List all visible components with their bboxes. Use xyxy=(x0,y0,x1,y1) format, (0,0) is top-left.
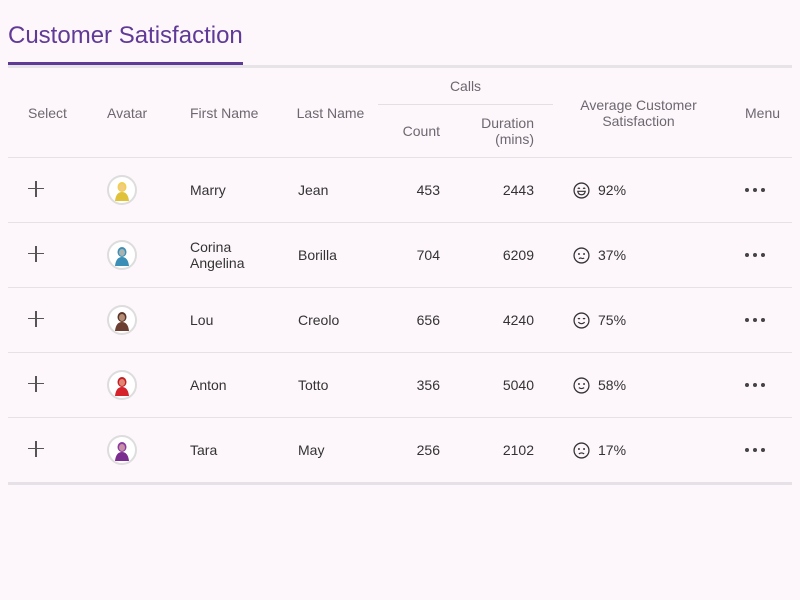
satisfaction-cell: 37% xyxy=(553,222,724,288)
header-duration: Duration (mins) xyxy=(481,115,534,147)
count-cell: 256 xyxy=(378,417,460,485)
header-select: Select xyxy=(28,104,67,121)
header-avatar: Avatar xyxy=(107,104,148,121)
avatar-cell xyxy=(88,352,167,418)
menu-cell xyxy=(724,417,792,485)
header-calls: Calls xyxy=(378,68,553,105)
header-satisfaction: Average Customer Satisfaction xyxy=(580,96,697,129)
sad-face-icon xyxy=(573,441,590,459)
select-cell xyxy=(8,157,88,223)
add-row-icon[interactable] xyxy=(28,180,44,197)
table-row: Tara May 256 2102 17% xyxy=(8,417,792,485)
add-row-icon[interactable] xyxy=(28,440,44,457)
avatar-cell xyxy=(88,157,167,223)
header-first-name: First Name xyxy=(190,104,259,121)
count-cell: 356 xyxy=(378,352,460,418)
title-divider xyxy=(8,65,792,68)
slight-smile-face-icon xyxy=(573,376,590,394)
satisfaction-cell: 92% xyxy=(553,157,724,223)
person-icon xyxy=(115,247,129,266)
title-area: Customer Satisfaction xyxy=(8,0,792,68)
header-menu: Menu xyxy=(745,104,781,121)
first-name-cell: Corina Angelina xyxy=(167,222,283,288)
avatar xyxy=(107,370,137,400)
person-icon xyxy=(115,182,129,201)
avatar xyxy=(107,175,137,205)
avatar xyxy=(107,435,137,465)
avatar-cell xyxy=(88,287,167,353)
select-cell xyxy=(8,287,88,353)
satisfaction-value: 75% xyxy=(598,312,627,328)
satisfaction-value: 58% xyxy=(598,377,627,393)
first-name-cell: Lou xyxy=(167,287,283,353)
satisfaction-cell: 75% xyxy=(553,287,724,353)
duration-cell: 6209 xyxy=(460,222,553,288)
smiling-face-icon xyxy=(573,311,590,329)
confused-face-icon xyxy=(573,246,590,264)
table-header: Select Avatar First Name Last Name Calls… xyxy=(8,68,792,158)
more-options-icon[interactable] xyxy=(745,383,769,387)
header-last-name: Last Name xyxy=(296,104,365,121)
table-row: Marry Jean 453 2443 92% xyxy=(8,157,792,223)
more-options-icon[interactable] xyxy=(745,188,769,192)
table-body: Marry Jean 453 2443 92% Corina Angelina … xyxy=(8,157,792,485)
count-cell: 453 xyxy=(378,157,460,223)
menu-cell xyxy=(724,287,792,353)
last-name-cell: Creolo xyxy=(283,287,378,353)
satisfaction-table: Select Avatar First Name Last Name Calls… xyxy=(8,68,792,485)
add-row-icon[interactable] xyxy=(28,375,44,392)
table-row: Corina Angelina Borilla 704 6209 37% xyxy=(8,222,792,288)
duration-cell: 4240 xyxy=(460,287,553,353)
last-name-cell: May xyxy=(283,417,378,485)
avatar xyxy=(107,305,137,335)
avatar xyxy=(107,240,137,270)
satisfaction-cell: 17% xyxy=(553,417,724,485)
first-name-cell: Anton xyxy=(167,352,283,418)
more-options-icon[interactable] xyxy=(745,253,769,257)
person-icon xyxy=(115,377,129,396)
last-name-cell: Borilla xyxy=(283,222,378,288)
table-row: Lou Creolo 656 4240 75% xyxy=(8,287,792,353)
count-cell: 656 xyxy=(378,287,460,353)
menu-cell xyxy=(724,157,792,223)
first-name-cell: Marry xyxy=(167,157,283,223)
duration-cell: 5040 xyxy=(460,352,553,418)
person-icon xyxy=(115,312,129,331)
page-title: Customer Satisfaction xyxy=(8,22,243,65)
menu-cell xyxy=(724,222,792,288)
satisfaction-cell: 58% xyxy=(553,352,724,418)
satisfaction-value: 92% xyxy=(598,182,627,198)
select-cell xyxy=(8,417,88,485)
satisfaction-value: 17% xyxy=(598,442,627,458)
table-row: Anton Totto 356 5040 58% xyxy=(8,352,792,418)
last-name-cell: Totto xyxy=(283,352,378,418)
first-name-cell: Tara xyxy=(167,417,283,485)
menu-cell xyxy=(724,352,792,418)
more-options-icon[interactable] xyxy=(745,318,769,322)
avatar-cell xyxy=(88,222,167,288)
add-row-icon[interactable] xyxy=(28,245,44,262)
customer-satisfaction-page: Customer Satisfaction Select Avatar Firs… xyxy=(0,0,800,600)
person-icon xyxy=(115,442,129,461)
select-cell xyxy=(8,352,88,418)
duration-cell: 2443 xyxy=(460,157,553,223)
last-name-cell: Jean xyxy=(283,157,378,223)
add-row-icon[interactable] xyxy=(28,310,44,327)
header-count: Count xyxy=(402,123,440,139)
select-cell xyxy=(8,222,88,288)
more-options-icon[interactable] xyxy=(745,448,769,452)
duration-cell: 2102 xyxy=(460,417,553,485)
avatar-cell xyxy=(88,417,167,485)
satisfaction-value: 37% xyxy=(598,247,627,263)
count-cell: 704 xyxy=(378,222,460,288)
laughing-face-icon xyxy=(573,181,590,199)
